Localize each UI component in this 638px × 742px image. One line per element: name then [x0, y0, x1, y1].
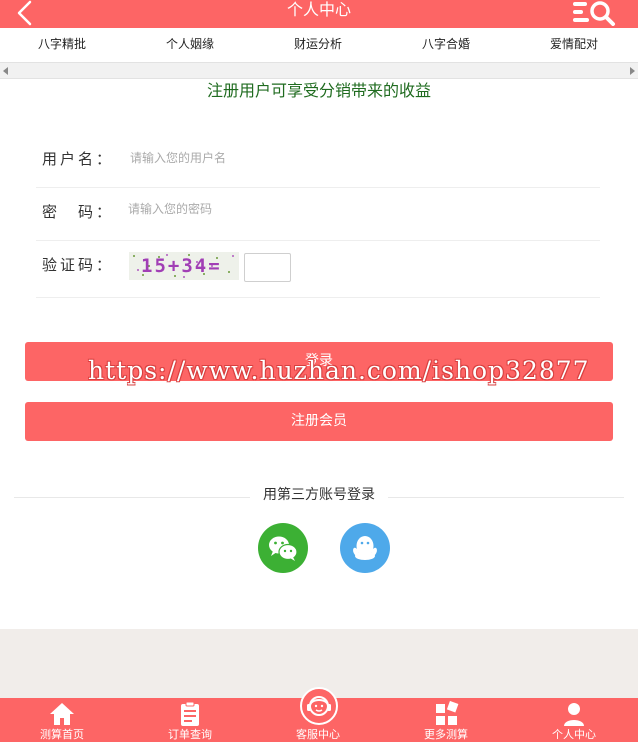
login-page: 个人中心 八字精批 个人姻缘 财运分析 八字合婚 爱情配对 注册用户可享受分销带…	[0, 0, 638, 742]
password-input[interactable]	[128, 198, 428, 220]
watermark-text: https://www.huzhan.com/ishop32877	[88, 356, 590, 385]
nav-orders-label: 订单查询	[168, 728, 212, 741]
tabs-scrollbar[interactable]	[0, 62, 638, 79]
scroll-left-icon[interactable]	[3, 67, 8, 75]
category-tabs: 八字精批 个人姻缘 财运分析 八字合婚 爱情配对	[0, 28, 638, 62]
page-title: 个人中心	[286, 0, 351, 19]
tab-geren-yinyuan[interactable]: 个人姻缘	[166, 28, 214, 62]
captcha-text: 15+34=	[141, 255, 222, 277]
scroll-right-icon[interactable]	[630, 67, 635, 75]
qq-login-button[interactable]	[340, 523, 390, 573]
captcha-image[interactable]: 15+34=	[129, 252, 239, 280]
nav-orders[interactable]: 订单查询	[150, 698, 230, 742]
header-bar: 个人中心	[0, 0, 638, 28]
nav-profile-label: 个人中心	[552, 728, 596, 741]
tab-aiqing-peidui[interactable]: 爱情配对	[550, 28, 598, 62]
qq-icon	[353, 536, 377, 560]
list-search-icon[interactable]	[572, 0, 616, 26]
tab-caiyun-fenxi[interactable]: 财运分析	[294, 28, 342, 62]
nav-more-label: 更多测算	[424, 728, 468, 741]
tab-bazi-jingpi[interactable]: 八字精批	[38, 28, 86, 62]
user-icon	[564, 703, 584, 726]
password-label: 密 码：	[42, 203, 115, 221]
nav-home[interactable]: 测算首页	[22, 698, 102, 742]
grid-icon	[436, 701, 459, 725]
register-button[interactable]: 注册会员	[25, 402, 613, 441]
nav-home-label: 测算首页	[40, 728, 84, 741]
username-input[interactable]	[130, 147, 430, 169]
captcha-row: 验证码： 15+34=	[36, 241, 600, 298]
home-icon	[50, 703, 74, 725]
username-row: 用户名：	[36, 135, 600, 188]
nav-service-button[interactable]	[300, 687, 338, 725]
password-row: 密 码：	[36, 188, 600, 241]
third-party-label: 用第三方账号登录	[250, 484, 388, 506]
nav-profile[interactable]: 个人中心	[534, 698, 614, 742]
wechat-login-button[interactable]	[258, 523, 308, 573]
clipboard-icon	[181, 701, 199, 726]
tab-bazi-hehun[interactable]: 八字合婚	[422, 28, 470, 62]
nav-service-label: 客服中心	[296, 728, 340, 741]
captcha-label: 验证码：	[42, 256, 115, 274]
wechat-icon	[269, 536, 298, 561]
headset-icon	[307, 696, 331, 716]
username-label: 用户名：	[42, 150, 115, 168]
nav-more[interactable]: 更多测算	[406, 698, 486, 742]
captcha-input[interactable]	[244, 253, 291, 282]
promo-text: 注册用户可享受分销带来的收益	[206, 81, 431, 100]
